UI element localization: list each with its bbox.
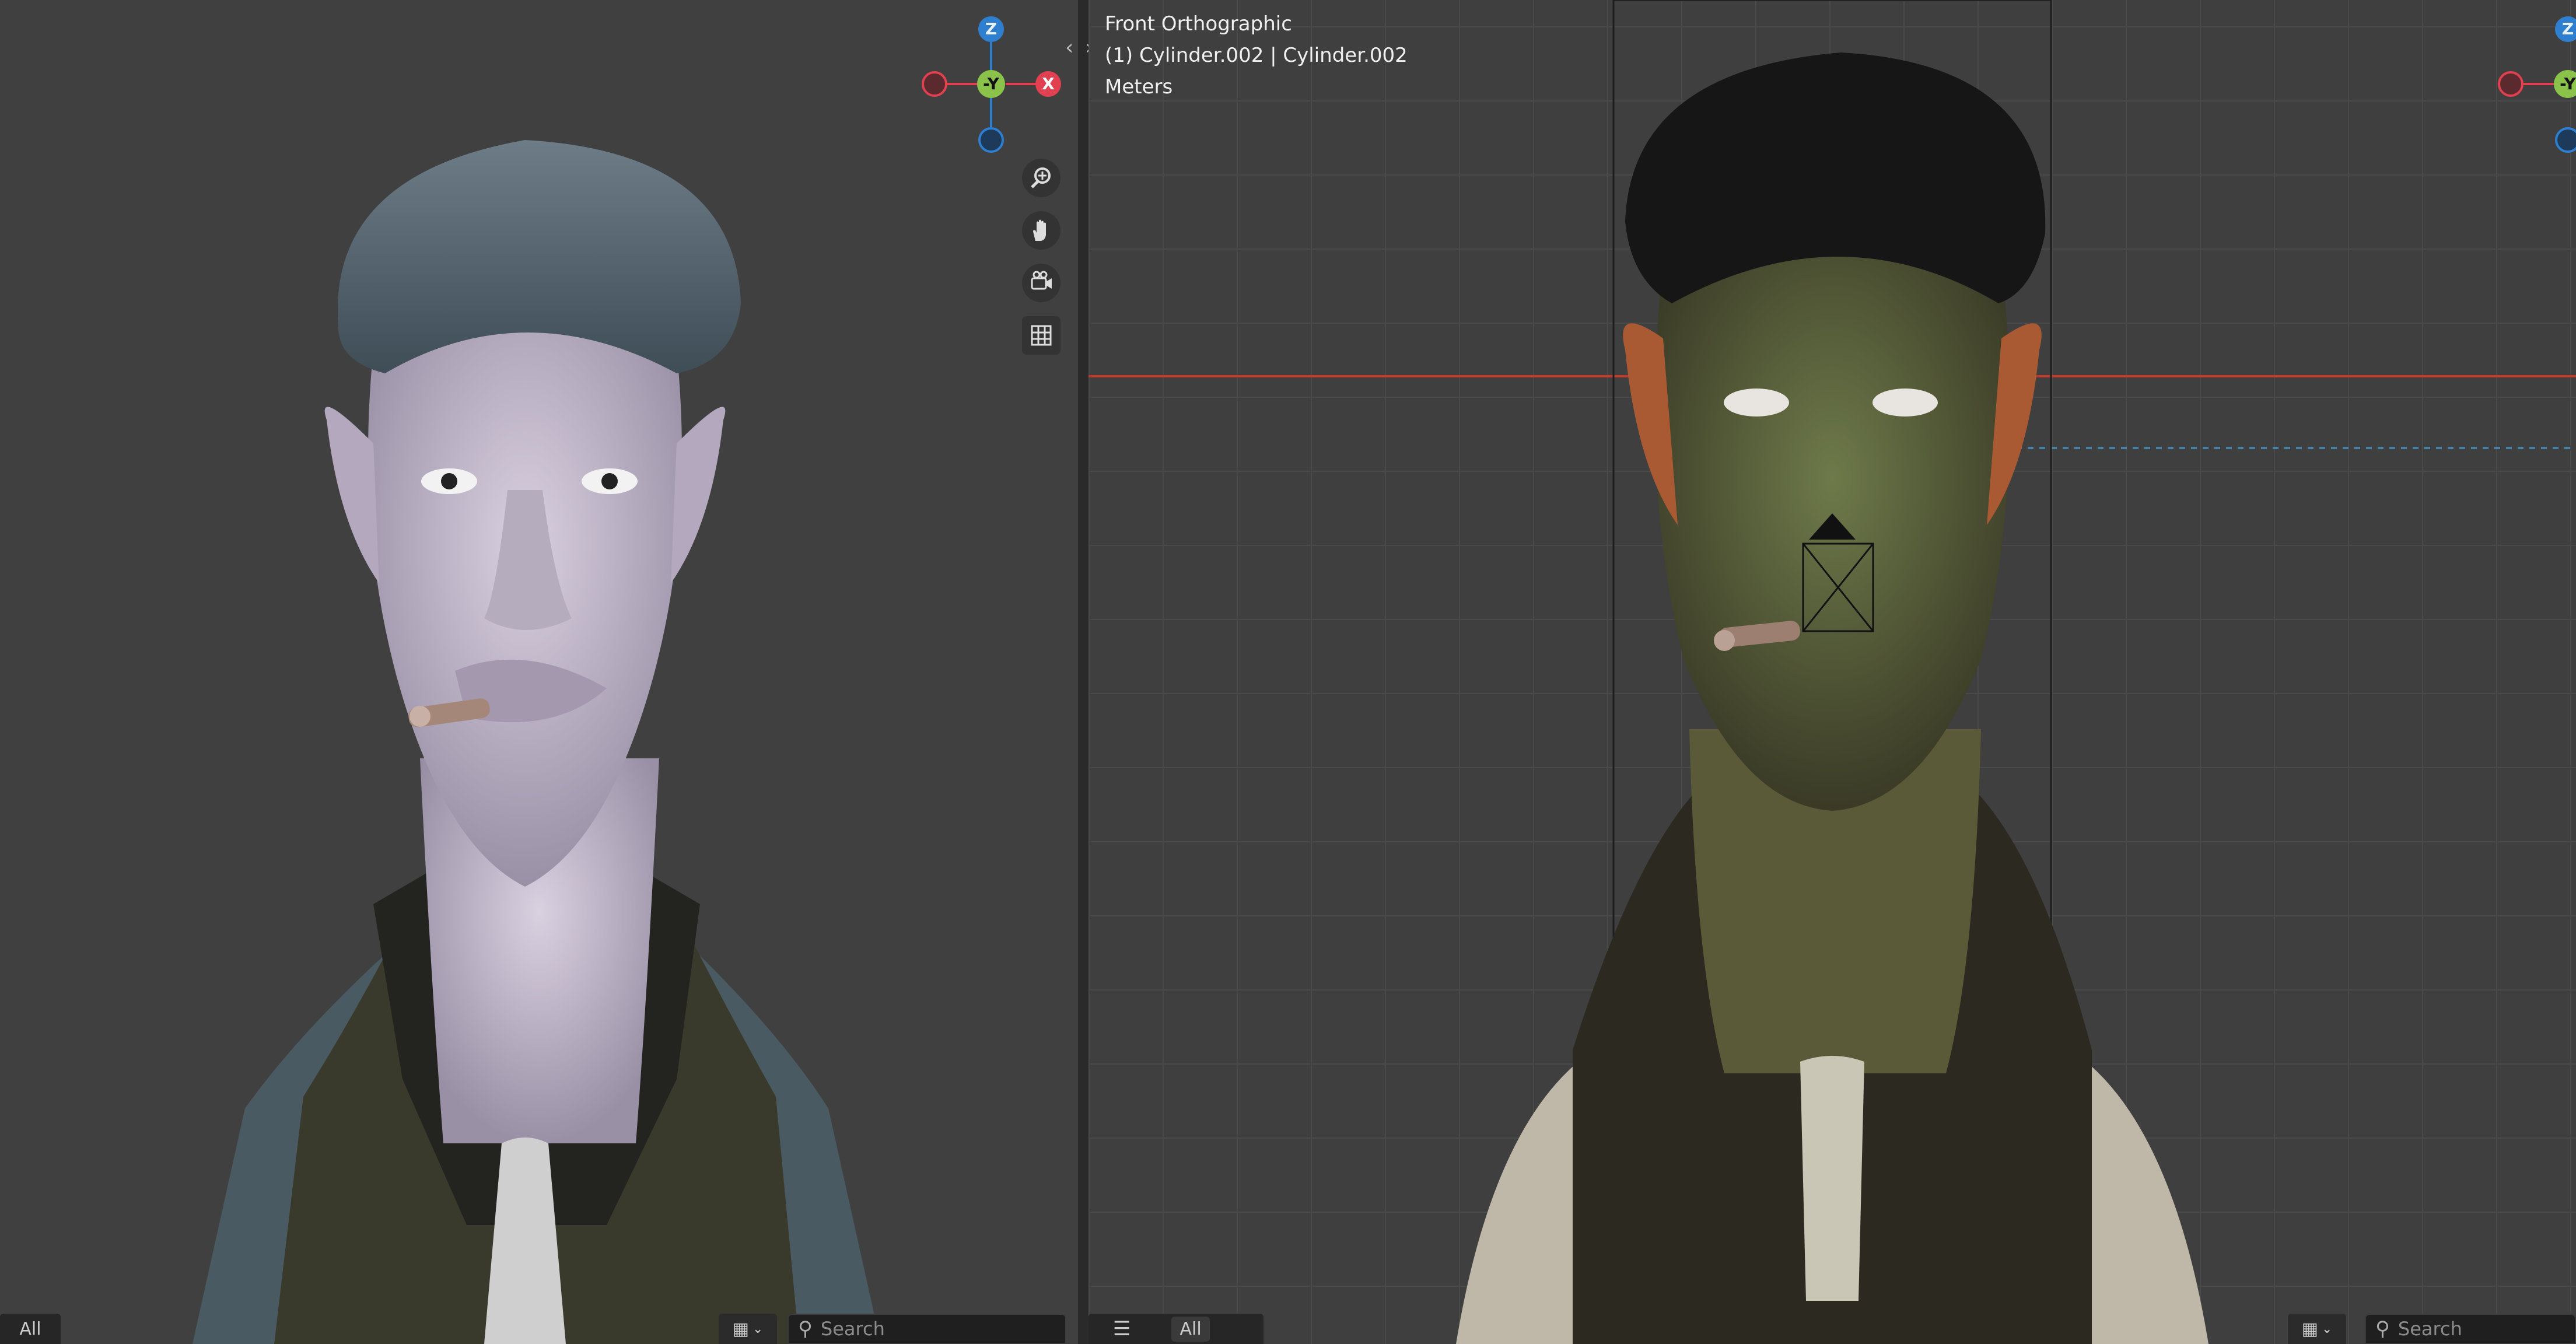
- search-input[interactable]: ⚲ Search: [788, 1314, 1066, 1344]
- viewport-right[interactable]: Front Orthographic (1) Cylinder.002 | Cy…: [1088, 0, 2576, 1344]
- hamburger-menu-icon[interactable]: ☰: [1113, 1317, 1130, 1340]
- viewport-left[interactable]: Z -Y X All ▦ ⌄ ⚲ Search: [0, 0, 1078, 1344]
- view-name: Front Orthographic: [1105, 12, 1292, 36]
- gizmo-z-axis[interactable]: Z: [978, 16, 1004, 42]
- chevron-down-icon: ⌄: [2321, 1321, 2333, 1336]
- hand-icon[interactable]: [1022, 211, 1060, 250]
- zoom-icon[interactable]: [1022, 159, 1060, 197]
- search-icon: ⚲: [798, 1317, 813, 1340]
- search-placeholder: Search: [820, 1318, 885, 1340]
- gizmo-x-axis[interactable]: X: [1035, 71, 1061, 97]
- grid-view-icon: ▦: [732, 1318, 749, 1339]
- gizmo-neg-x-line-right: [2522, 83, 2555, 85]
- gizmo-neg-z-line: [990, 98, 992, 127]
- gizmo-neg-y-axis[interactable]: -Y: [977, 70, 1005, 98]
- gizmo-z-axis-right[interactable]: Z: [2555, 16, 2576, 42]
- gizmo-neg-z-axis[interactable]: [978, 127, 1004, 153]
- character-model-textured: [1088, 0, 2576, 1344]
- character-model-solid: [192, 140, 881, 1344]
- view-mode-dropdown-right[interactable]: ▦ ⌄: [2288, 1314, 2346, 1344]
- viewport-divider[interactable]: ‹ ›: [1065, 0, 1093, 1344]
- object-info: (1) Cylinder.002 | Cylinder.002: [1105, 44, 1408, 67]
- camera-icon[interactable]: [1022, 264, 1060, 302]
- gizmo-x-line: [1006, 83, 1037, 85]
- outliner-toolbar: ☰ All: [1088, 1314, 1264, 1344]
- units-label: Meters: [1105, 75, 1173, 99]
- collapse-left-icon[interactable]: ‹: [1065, 37, 1073, 58]
- gizmo-neg-x-line: [946, 83, 979, 85]
- all-label: All: [19, 1318, 41, 1339]
- grid-icon[interactable]: [1022, 316, 1060, 355]
- view-mode-dropdown[interactable]: ▦ ⌄: [719, 1314, 777, 1344]
- collection-filter-all[interactable]: All: [0, 1314, 61, 1344]
- gizmo-neg-x-axis-right[interactable]: [2498, 71, 2524, 97]
- chevron-down-icon: ⌄: [752, 1321, 764, 1336]
- gizmo-neg-x-axis[interactable]: [922, 71, 947, 97]
- grid-view-icon: ▦: [2301, 1318, 2318, 1339]
- search-input-right[interactable]: ⚲ Search: [2365, 1314, 2576, 1344]
- gizmo-neg-z-axis-right[interactable]: [2555, 127, 2576, 153]
- search-icon: ⚲: [2375, 1317, 2390, 1340]
- search-placeholder: Search: [2398, 1318, 2462, 1340]
- all-filter-button[interactable]: All: [1171, 1316, 1210, 1342]
